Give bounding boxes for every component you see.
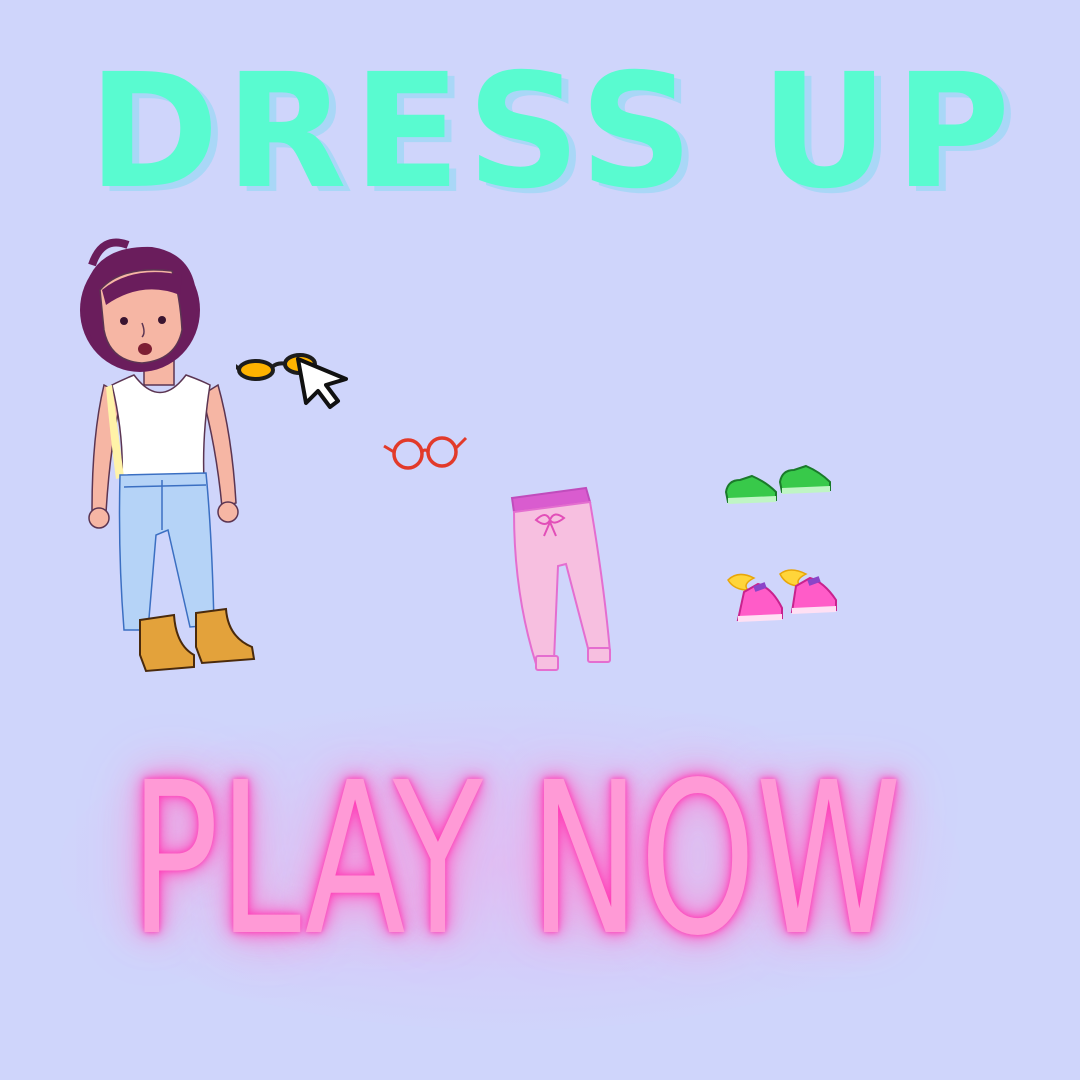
winged-sneakers-icon[interactable] <box>724 566 840 626</box>
pants-icon[interactable] <box>506 484 618 676</box>
game-title: DRESS UP <box>88 40 1017 224</box>
pointer-cursor-icon <box>294 355 354 411</box>
sneakers-icon[interactable] <box>722 462 834 508</box>
play-now-button[interactable]: PLAY NOW <box>130 745 901 975</box>
character <box>62 235 262 680</box>
glasses-icon[interactable] <box>382 430 468 472</box>
